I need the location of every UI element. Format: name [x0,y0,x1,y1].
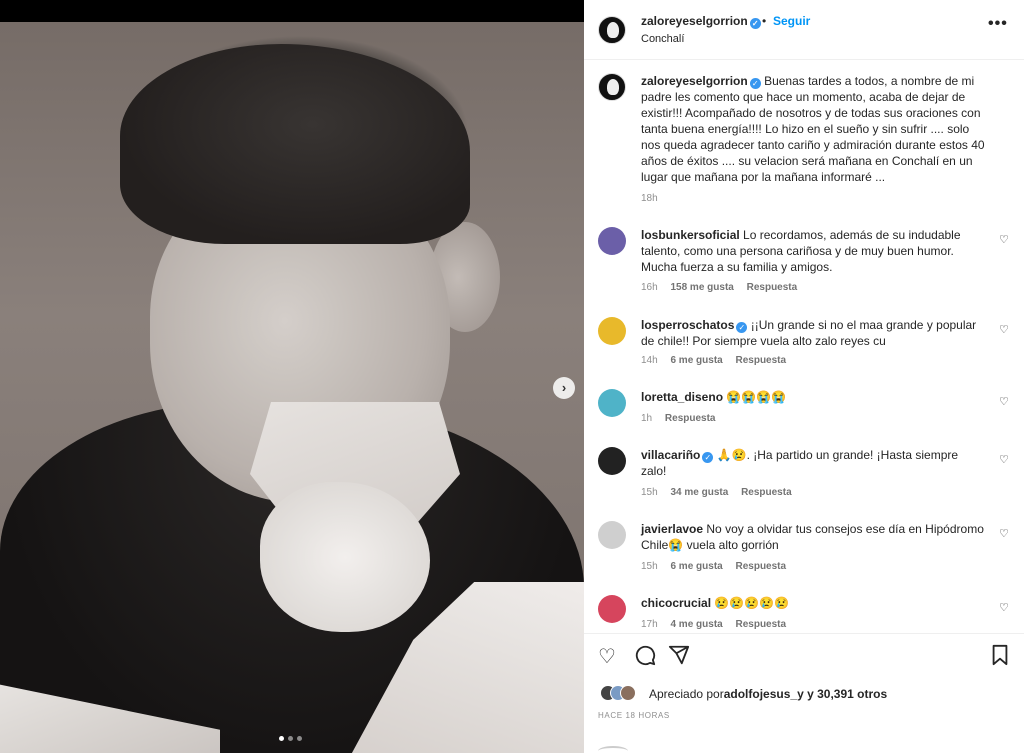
comment-text: loretta_diseno 😭😭😭😭 [641,389,986,405]
comment-time: 15h [641,561,658,572]
like-comment-icon[interactable]: ♡ [999,395,1009,408]
like-heart-icon[interactable]: ♡ [598,644,616,669]
like-comment-icon[interactable]: ♡ [999,601,1009,614]
comment-meta: 16h 158 me gusta Respuesta [641,282,807,293]
comment-avatar[interactable] [598,317,626,345]
carousel-dot [279,736,284,741]
verified-icon: ✓ [702,452,714,463]
comment-avatar[interactable] [598,389,626,417]
carousel-next-button[interactable]: › [553,377,575,399]
verified-icon: ✓ [736,322,748,333]
reply-button[interactable]: Respuesta [736,619,787,630]
carousel-dot [297,736,302,741]
comment-item: loretta_diseno 😭😭😭😭 ♡ 1h Respuesta [584,389,1024,429]
comment-avatar[interactable] [598,521,626,549]
post-actions: ♡ Apreciado poradolfojesus_y y 30,391 ot… [584,633,1024,753]
comment-item: losbunkersoficial Lo recordamos, además … [584,227,1024,297]
comment-meta: 1h Respuesta [641,413,725,424]
verified-icon: ✓ [749,78,761,89]
caption-avatar[interactable] [598,73,626,101]
like-comment-icon[interactable]: ♡ [999,233,1009,246]
caption-text: zaloreyeselgorrion ✓ Buenas tardes a todo… [641,73,986,185]
reply-button[interactable]: Respuesta [665,413,716,424]
liker-avatar [620,685,636,701]
comment-item: villacariño ✓ 🙏😢. ¡Ha partido un grande! … [584,447,1024,503]
author-username-text: zaloreyeselgorrion [641,14,748,28]
reply-button[interactable]: Respuesta [736,561,787,572]
like-comment-icon[interactable]: ♡ [999,323,1009,336]
author-avatar[interactable] [598,16,626,44]
comment-time: 16h [641,282,658,293]
comment-meta: 15h 6 me gusta Respuesta [641,561,796,572]
caption-body: Buenas tardes a todos, a nombre de mi pa… [641,74,985,184]
likes-count[interactable]: 30,391 otros [817,687,887,701]
post-time-ago[interactable]: Hace 18 horas [598,711,670,720]
comment-likes[interactable]: 158 me gusta [670,282,733,293]
comment-time: 17h [641,619,658,630]
comment-icon[interactable] [634,644,656,672]
caption-time: 18h [641,193,658,204]
reply-button[interactable]: Respuesta [741,487,792,498]
comment-item: losperroschatos ✓ ¡¡Un grande si no el ma… [584,317,1024,373]
comment-text: javierlavoe No voy a olvidar tus consejo… [641,521,986,553]
comment-meta: 15h 34 me gusta Respuesta [641,487,802,498]
share-icon[interactable] [668,644,690,672]
comment-body: 😭😭😭😭 [726,390,787,404]
comment-text: losbunkersoficial Lo recordamos, además … [641,227,986,275]
comment-meta: 17h 4 me gusta Respuesta [641,619,796,630]
comment-username[interactable]: chicocrucial [641,596,711,610]
comment-meta: 14h 6 me gusta Respuesta [641,355,796,366]
comment-avatar[interactable] [598,447,626,475]
comment-likes[interactable]: 6 me gusta [670,561,722,572]
photo-hair [120,44,470,244]
reply-button[interactable]: Respuesta [747,282,798,293]
author-username[interactable]: zaloreyeselgorrion ✓ [641,14,761,29]
comment-text: chicocrucial 😢😢😢😢😢 [641,595,986,611]
save-bookmark-icon[interactable] [990,644,1010,672]
likes-text: Apreciado poradolfojesus_y y 30,391 otro… [649,687,888,701]
more-options-icon[interactable]: ••• [988,15,1008,33]
comment-likes[interactable]: 4 me gusta [670,619,722,630]
likes-user[interactable]: adolfojesus_y [724,687,804,701]
header-separator: • [762,14,767,28]
comment-username[interactable]: villacariño [641,448,700,462]
comment-username[interactable]: losperroschatos [641,318,734,332]
like-comment-icon[interactable]: ♡ [999,527,1009,540]
post-photo [0,22,584,753]
post-location[interactable]: Conchalí [641,33,684,45]
caption-username[interactable]: zaloreyeselgorrion [641,74,748,88]
comment-time: 15h [641,487,658,498]
comment-text: losperroschatos ✓ ¡¡Un grande si no el ma… [641,317,986,349]
comment-avatar[interactable] [598,595,626,623]
caption-meta: 18h [641,193,668,204]
follow-button[interactable]: Seguir [773,14,810,28]
comment-username[interactable]: javierlavoe [641,522,703,536]
post-media[interactable]: › [0,0,584,753]
caption: zaloreyeselgorrion ✓ Buenas tardes a todo… [584,73,1024,213]
comment-avatar[interactable] [598,227,626,255]
like-comment-icon[interactable]: ♡ [999,453,1009,466]
post-panel: zaloreyeselgorrion ✓ • Seguir Conchalí ••… [584,0,1024,753]
comment-likes[interactable]: 6 me gusta [670,355,722,366]
comment-username[interactable]: losbunkersoficial [641,228,740,242]
likes-prefix: Apreciado por [649,687,724,701]
carousel-dot [288,736,293,741]
comment-username[interactable]: loretta_diseno [641,390,723,404]
add-comment-icon[interactable] [598,746,628,753]
comments-list[interactable]: zaloreyeselgorrion ✓ Buenas tardes a todo… [584,61,1024,631]
comment-item: javierlavoe No voy a olvidar tus consejo… [584,521,1024,577]
post-header: zaloreyeselgorrion ✓ • Seguir Conchalí ••… [584,0,1024,60]
comment-body: 😢😢😢😢😢 [714,596,790,610]
comment-time: 1h [641,413,653,424]
comment-time: 14h [641,355,658,366]
comment-text: villacariño ✓ 🙏😢. ¡Ha partido un grande! … [641,447,986,479]
reply-button[interactable]: Respuesta [736,355,787,366]
comment-item: chicocrucial 😢😢😢😢😢 ♡ 17h 4 me gusta Resp… [584,595,1024,631]
likes-summary[interactable]: Apreciado poradolfojesus_y y 30,391 otro… [600,685,1020,705]
comment-likes[interactable]: 34 me gusta [670,487,728,498]
verified-icon: ✓ [749,18,761,29]
carousel-dots [279,736,302,741]
